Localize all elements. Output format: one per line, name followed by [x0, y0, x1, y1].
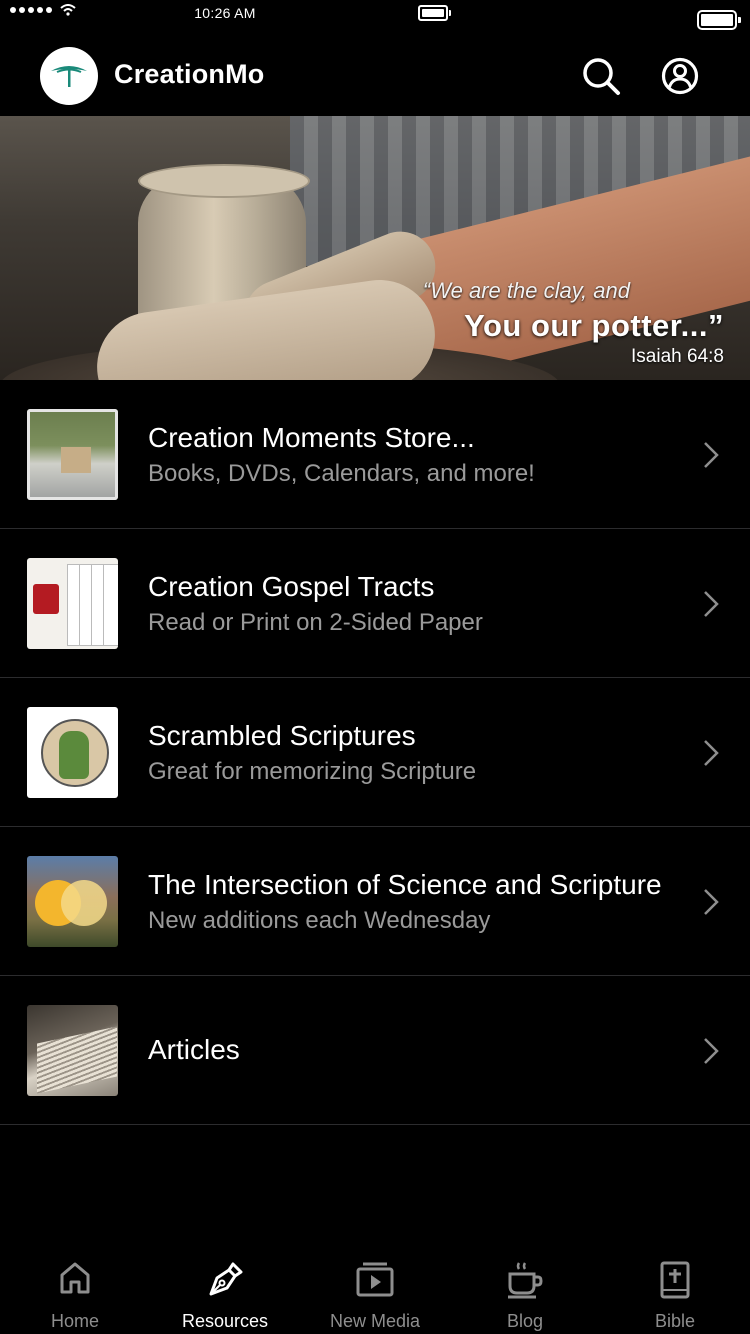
list-item-title: Creation Gospel Tracts	[148, 571, 435, 602]
list-item-articles[interactable]: Articles	[0, 976, 750, 1125]
list-item-title: Scrambled Scriptures	[148, 720, 416, 751]
tree-logo-icon	[51, 66, 87, 87]
hero-quote-line1: “We are the clay, and	[422, 278, 630, 303]
list-item-store[interactable]: Creation Moments Store... Books, DVDs, C…	[0, 380, 750, 529]
list-item-subtitle: New additions each Wednesday	[148, 907, 491, 934]
chevron-right-icon	[704, 889, 719, 915]
list-item-title: Creation Moments Store...	[148, 422, 475, 453]
hero-scripture-reference: Isaiah 64:8	[631, 346, 724, 367]
intersection-thumbnail	[27, 856, 118, 947]
tab-resources[interactable]: Resources	[150, 1246, 300, 1334]
resource-list: Creation Moments Store... Books, DVDs, C…	[0, 380, 750, 1125]
home-icon	[60, 1262, 90, 1294]
list-item-intersection[interactable]: The Intersection of Science and Scriptur…	[0, 827, 750, 976]
battery-icon	[418, 5, 451, 21]
app-logo[interactable]	[40, 47, 98, 105]
chevron-right-icon	[704, 442, 719, 468]
tab-home[interactable]: Home	[0, 1246, 150, 1334]
status-time: 10:26 AM	[194, 5, 256, 21]
tab-new-media[interactable]: New Media	[300, 1246, 450, 1334]
articles-thumbnail	[27, 1005, 118, 1096]
chevron-right-icon	[704, 591, 719, 617]
tab-bible[interactable]: Bible	[600, 1246, 750, 1334]
app-header: CreationMo	[0, 30, 750, 116]
list-item-title: The Intersection of Science and Scriptur…	[148, 869, 662, 900]
tab-label: Blog	[506, 1311, 544, 1331]
hero-banner[interactable]: “We are the clay, and You our potter...”…	[0, 116, 750, 380]
tracts-thumbnail	[27, 558, 118, 649]
list-item-title: Articles	[148, 1034, 240, 1065]
list-item-subtitle: Books, DVDs, Calendars, and more!	[148, 460, 535, 487]
list-item-subtitle: Read or Print on 2-Sided Paper	[148, 609, 483, 636]
tab-label: Bible	[654, 1311, 696, 1331]
coffee-cup-icon	[508, 1262, 543, 1299]
list-item-tracts[interactable]: Creation Gospel Tracts Read or Print on …	[0, 529, 750, 678]
search-icon[interactable]	[581, 56, 621, 96]
chevron-right-icon	[704, 1038, 719, 1064]
tab-label: Home	[50, 1311, 99, 1331]
status-bar: 10:26 AM	[0, 0, 750, 30]
tab-blog[interactable]: Blog	[450, 1246, 600, 1334]
battery-icon	[697, 10, 741, 30]
store-thumbnail	[27, 409, 118, 500]
hero-pot-rim	[138, 164, 310, 198]
pen-nib-icon	[209, 1262, 243, 1296]
list-item-subtitle: Great for memorizing Scripture	[148, 758, 477, 785]
tab-bar: Home Resources New Media Blog Bible	[0, 1246, 750, 1334]
bible-icon	[660, 1261, 690, 1299]
media-play-icon	[356, 1262, 394, 1297]
app-title: CreationMo	[114, 59, 265, 89]
list-item-scrambled[interactable]: Scrambled Scriptures Great for memorizin…	[0, 678, 750, 827]
tab-label: New Media	[329, 1311, 421, 1331]
hero-quote-line2: You our potter...”	[464, 308, 724, 343]
scrambled-thumbnail	[27, 707, 118, 798]
account-icon[interactable]	[660, 56, 700, 96]
chevron-right-icon	[704, 740, 719, 766]
tab-label: Resources	[181, 1311, 269, 1331]
